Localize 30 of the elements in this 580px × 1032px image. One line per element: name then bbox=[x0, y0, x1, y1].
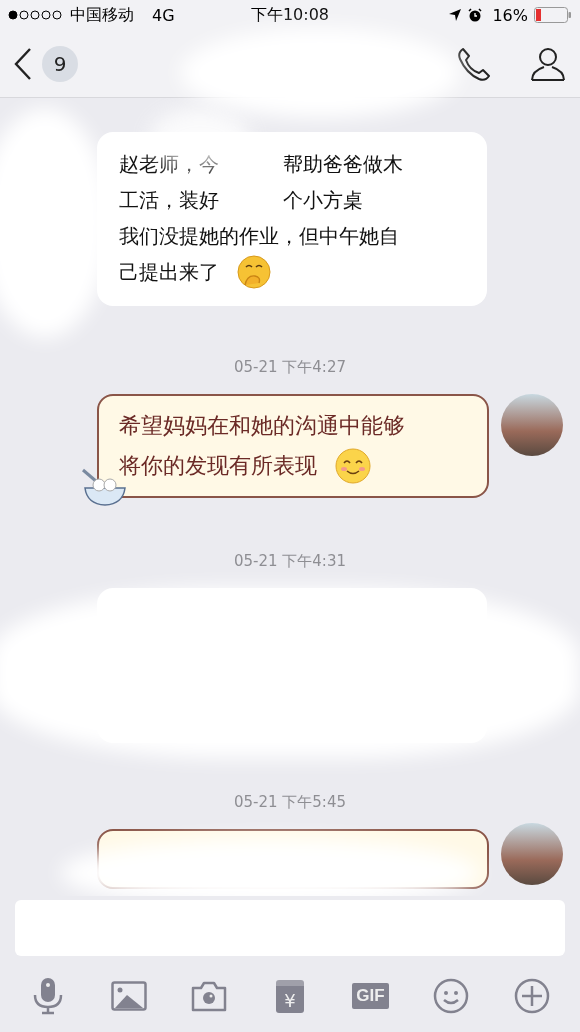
location-arrow-icon bbox=[448, 8, 463, 22]
profile-icon[interactable] bbox=[530, 45, 566, 82]
message-text: 工活，装好 bbox=[119, 187, 219, 214]
message-text: 希望妈妈在和她的沟通中能够 bbox=[119, 412, 405, 440]
back-icon[interactable] bbox=[14, 47, 32, 80]
emoji-icon[interactable] bbox=[433, 978, 470, 1014]
unread-count-badge: 9 bbox=[42, 45, 78, 82]
message-text: 己提出来了 bbox=[119, 259, 219, 286]
message-text: 个小方桌 bbox=[283, 187, 363, 214]
money-envelope-icon[interactable]: ¥ bbox=[275, 979, 304, 1013]
message-timestamp: 05-21 下午4:31 bbox=[233, 552, 346, 572]
message-text: 我们没提她的作业，但中午她自 bbox=[119, 223, 399, 250]
battery-icon bbox=[534, 7, 572, 23]
network-type: 4G bbox=[152, 5, 175, 25]
add-icon[interactable] bbox=[513, 978, 550, 1014]
battery-percent: 16% bbox=[492, 5, 528, 25]
camera-icon[interactable] bbox=[191, 980, 228, 1012]
image-icon[interactable] bbox=[110, 981, 147, 1011]
carrier-name: 中国移动 bbox=[70, 4, 134, 26]
clock-time: 下午10:08 bbox=[250, 4, 330, 26]
signal-icon bbox=[8, 10, 62, 20]
message-text: 帮助爸爸做木 bbox=[283, 151, 403, 178]
alarm-clock-icon bbox=[468, 8, 483, 22]
message-text: 赵老师，今 bbox=[119, 151, 219, 178]
gif-button[interactable]: GIF bbox=[352, 983, 389, 1009]
message-text: 将你的发现有所表现 bbox=[119, 452, 317, 480]
message-timestamp: 05-21 下午4:27 bbox=[233, 358, 346, 378]
microphone-icon[interactable] bbox=[32, 977, 65, 1015]
message-timestamp: 05-21 下午5:45 bbox=[233, 793, 346, 813]
phone-icon[interactable] bbox=[456, 45, 492, 82]
